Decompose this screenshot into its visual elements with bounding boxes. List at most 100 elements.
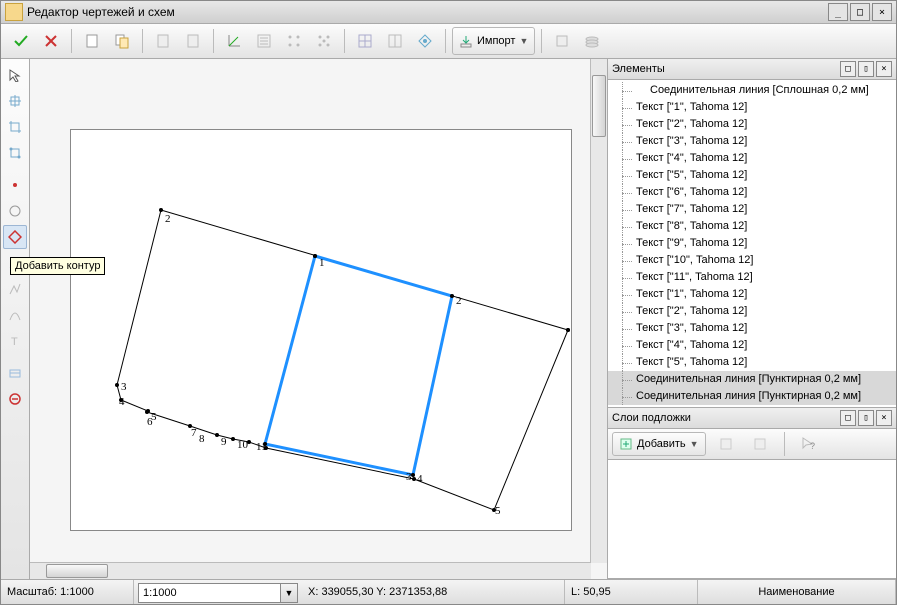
tree-item[interactable]: Текст ["1", Tahoma 12] (608, 99, 896, 116)
import-icon (459, 34, 473, 48)
scale-combo[interactable]: 1:1000 ▼ (138, 583, 298, 603)
tree-item[interactable]: Соединительная линия [Пунктирная 0,2 мм] (608, 371, 896, 388)
app-window: Редактор чертежей и схем _ □ × Импорт ▼ (0, 0, 897, 605)
doc2-icon[interactable] (179, 27, 207, 55)
pane-float-button[interactable]: □ (840, 61, 856, 77)
tree-item[interactable]: Текст ["4", Tahoma 12] (608, 150, 896, 167)
circle-tool[interactable] (3, 199, 27, 223)
vertical-scrollbar[interactable] (590, 59, 607, 563)
status-name-label: Наименование (698, 580, 896, 604)
layer-remove-icon[interactable] (712, 430, 740, 458)
pane-close-button[interactable]: × (876, 61, 892, 77)
horizontal-scrollbar[interactable] (30, 562, 591, 579)
tree-item[interactable]: Текст ["11", Tahoma 12] (608, 269, 896, 286)
grid2-icon[interactable] (381, 27, 409, 55)
arc-tool[interactable] (3, 303, 27, 327)
status-length: L: 50,95 (565, 580, 698, 604)
tree-item[interactable]: Текст ["2", Tahoma 12] (608, 303, 896, 320)
window-title: Редактор чертежей и схем (27, 5, 828, 19)
axes-icon[interactable] (220, 27, 248, 55)
svg-text:2: 2 (456, 295, 462, 307)
statusbar: Масштаб: 1:1000 1:1000 ▼ X: 339055,30 Y:… (1, 579, 896, 604)
pane-pin-button[interactable]: ▯ (858, 410, 874, 426)
svg-text:4: 4 (417, 473, 423, 485)
svg-text:3: 3 (406, 471, 412, 483)
snap1-icon[interactable] (280, 27, 308, 55)
add-contour-tool[interactable] (3, 225, 27, 249)
add-node-tool[interactable] (3, 89, 27, 113)
chevron-down-icon: ▼ (519, 36, 528, 46)
layers-title: Слои подложки (612, 412, 691, 424)
minimize-button[interactable]: _ (828, 3, 848, 21)
svg-text:6: 6 (147, 416, 153, 428)
add-layer-button[interactable]: Добавить ▼ (612, 432, 706, 456)
close-button[interactable]: × (872, 3, 892, 21)
tree-item[interactable]: Текст ["8", Tahoma 12] (608, 218, 896, 235)
pane-float-button[interactable]: □ (840, 410, 856, 426)
grid1-icon[interactable] (351, 27, 379, 55)
crop-tool[interactable] (3, 115, 27, 139)
elements-header: Элементы □ ▯ × (608, 59, 896, 80)
apply-button[interactable] (7, 27, 35, 55)
layers-icon[interactable] (578, 27, 606, 55)
chevron-down-icon: ▼ (280, 584, 297, 602)
polyline-tool[interactable] (3, 277, 27, 301)
tree-item[interactable]: Соединительная линия [Сплошная 0,2 мм] (608, 82, 896, 99)
svg-text:1: 1 (319, 257, 325, 269)
elements-pane: Элементы □ ▯ × Соединительная линия [Спл… (608, 59, 896, 408)
layers-header: Слои подложки □ ▯ × (608, 408, 896, 429)
table-tool[interactable] (3, 361, 27, 385)
point-tool[interactable] (3, 173, 27, 197)
transform-tool[interactable] (3, 141, 27, 165)
main-toolbar: Импорт ▼ (1, 24, 896, 59)
doc1-icon[interactable] (149, 27, 177, 55)
tooltip-add-contour: Добавить контур (10, 257, 105, 275)
canvas-pane: 123456789101112345 (30, 59, 607, 579)
delete-tool[interactable] (3, 387, 27, 411)
layers-pane: Слои подложки □ ▯ × Добавить ▼ ? (608, 408, 896, 579)
svg-text:T: T (11, 336, 18, 348)
add-icon (619, 437, 633, 451)
elements-tree[interactable]: Соединительная линия [Сплошная 0,2 мм]Те… (608, 80, 896, 407)
list-icon[interactable] (250, 27, 278, 55)
select-tool[interactable] (3, 63, 27, 87)
layers-list[interactable] (608, 460, 896, 578)
tree-item[interactable]: Текст ["1", Tahoma 12] (608, 286, 896, 303)
titlebar: Редактор чертежей и схем _ □ × (1, 1, 896, 24)
app-icon (5, 3, 23, 21)
tree-item[interactable]: Текст ["3", Tahoma 12] (608, 133, 896, 150)
tree-item[interactable]: Текст ["4", Tahoma 12] (608, 337, 896, 354)
import-label: Импорт (477, 35, 515, 47)
tree-item[interactable]: Соединительная линия [Пунктирная 0,2 мм] (608, 388, 896, 405)
tree-item[interactable]: Текст ["10", Tahoma 12] (608, 252, 896, 269)
export-icon[interactable] (548, 27, 576, 55)
copy-icon[interactable] (108, 27, 136, 55)
cancel-button[interactable] (37, 27, 65, 55)
svg-text:9: 9 (221, 436, 227, 448)
tree-item[interactable]: Текст ["6", Tahoma 12] (608, 184, 896, 201)
tree-item[interactable]: Текст ["7", Tahoma 12] (608, 201, 896, 218)
tree-item[interactable]: Текст ["3", Tahoma 12] (608, 320, 896, 337)
layer-props-icon[interactable] (746, 430, 774, 458)
canvas-area[interactable]: 123456789101112345 (30, 59, 607, 579)
tree-item[interactable]: Текст ["5", Tahoma 12] (608, 354, 896, 371)
snap-blue-icon[interactable] (411, 27, 439, 55)
elements-title: Элементы (612, 63, 665, 75)
text-tool[interactable]: T (3, 329, 27, 353)
add-layer-label: Добавить (637, 438, 686, 450)
pane-pin-button[interactable]: ▯ (858, 61, 874, 77)
svg-text:7: 7 (191, 427, 197, 439)
tree-item[interactable]: Текст ["9", Tahoma 12] (608, 235, 896, 252)
scale-combo-value: 1:1000 (143, 587, 177, 599)
import-button[interactable]: Импорт ▼ (452, 27, 535, 55)
layer-help-icon[interactable]: ? (795, 430, 823, 458)
drawing-paper: 123456789101112345 (70, 129, 572, 531)
tree-item[interactable]: Текст ["5", Tahoma 12] (608, 167, 896, 184)
pane-close-button[interactable]: × (876, 410, 892, 426)
layers-toolbar: Добавить ▼ ? (608, 429, 896, 460)
svg-text:5: 5 (495, 505, 501, 517)
snap2-icon[interactable] (310, 27, 338, 55)
tree-item[interactable]: Текст ["2", Tahoma 12] (608, 116, 896, 133)
maximize-button[interactable]: □ (850, 3, 870, 21)
new-icon[interactable] (78, 27, 106, 55)
